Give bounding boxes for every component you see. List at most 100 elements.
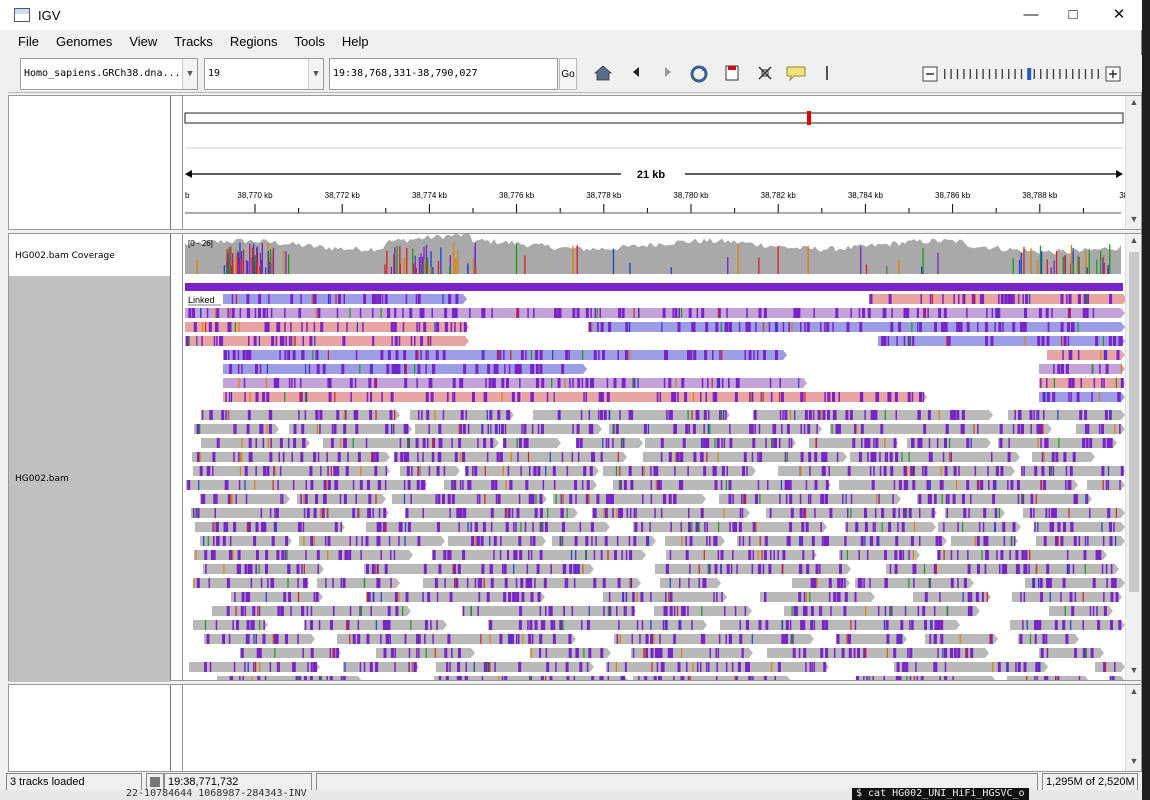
zoom-tick[interactable] <box>1091 69 1093 79</box>
alignment-read[interactable] <box>465 466 599 476</box>
linked-read[interactable] <box>869 294 1125 304</box>
alignment-read[interactable] <box>1008 410 1125 420</box>
linked-read[interactable] <box>223 378 807 388</box>
alignment-read[interactable] <box>200 494 290 504</box>
alignment-read[interactable] <box>366 592 545 602</box>
alignment-read[interactable] <box>212 606 411 616</box>
locus-input[interactable]: 19:38,768,331-38,790,027 <box>329 58 558 90</box>
zoom-tick[interactable] <box>963 69 965 79</box>
menu-help[interactable]: Help <box>332 31 376 53</box>
alignment-read[interactable] <box>1036 536 1125 546</box>
alignment-read[interactable] <box>1076 424 1125 434</box>
alignment-read[interactable] <box>719 494 901 504</box>
alignment-read[interactable] <box>606 662 829 672</box>
roi-icon[interactable] <box>721 64 743 84</box>
alignment-read[interactable] <box>666 550 817 560</box>
alignment-read[interactable] <box>830 424 1052 434</box>
alignment-read[interactable] <box>503 438 561 448</box>
alignment-read[interactable] <box>1010 620 1125 630</box>
zoom-tick[interactable] <box>976 69 978 79</box>
zoom-tick[interactable] <box>1040 69 1042 79</box>
alignment-read[interactable] <box>343 662 419 672</box>
alignment-read[interactable] <box>192 452 390 462</box>
menu-view[interactable]: View <box>119 31 164 53</box>
zoom-tick[interactable] <box>1033 69 1035 79</box>
alignment-read[interactable] <box>836 634 907 644</box>
scroll-down-icon[interactable]: ▼ <box>1126 214 1142 228</box>
zoom-tick[interactable] <box>1020 69 1023 79</box>
alignment-read[interactable] <box>766 508 937 518</box>
alignment-read[interactable] <box>323 438 499 448</box>
linked-read[interactable] <box>1039 392 1125 402</box>
alignment-read[interactable] <box>444 480 597 490</box>
alignment-read[interactable] <box>423 578 641 588</box>
alignment-read[interactable] <box>1109 676 1125 680</box>
fit-window-icon[interactable] <box>754 64 776 84</box>
zoom-tick[interactable] <box>1072 69 1074 79</box>
alignment-read[interactable] <box>436 662 594 672</box>
scroll-thumb[interactable] <box>1129 252 1139 592</box>
alignment-read[interactable] <box>945 508 1005 518</box>
feature-scrollbar[interactable]: ▲ ▼ <box>1125 685 1141 771</box>
genome-dropdown[interactable]: Homo_sapiens.GRCh38.dna... ▼ <box>20 58 198 90</box>
alignment-track-name[interactable]: HG002.bam <box>15 474 69 484</box>
alignment-read[interactable] <box>654 606 752 616</box>
alignment-read[interactable] <box>894 662 1048 672</box>
alignment-read[interactable] <box>194 424 279 434</box>
alignment-read[interactable] <box>1007 676 1089 680</box>
alignment-read[interactable] <box>195 522 345 532</box>
back-icon[interactable] <box>625 64 647 84</box>
coverage-track-name[interactable]: HG002.bam Coverage <box>15 251 115 261</box>
zoom-tick[interactable] <box>969 69 971 79</box>
ruler-panel[interactable]: 21 kb b 38,770 kb 38,772 kb 38,774 kb 38,77… <box>183 96 1125 229</box>
alignment-read[interactable] <box>189 662 320 672</box>
zoom-tick[interactable] <box>950 69 952 79</box>
alignment-read[interactable] <box>951 536 1018 546</box>
alignment-read[interactable] <box>938 522 1021 532</box>
zoom-tick[interactable] <box>995 69 997 79</box>
alignment-read[interactable] <box>1087 480 1125 490</box>
alignment-read[interactable] <box>603 592 727 602</box>
alignment-read[interactable] <box>304 620 447 630</box>
alignment-read[interactable] <box>855 578 974 588</box>
alignment-read[interactable] <box>576 438 643 448</box>
alignment-read[interactable] <box>462 606 636 616</box>
linked-read[interactable] <box>185 336 469 346</box>
linked-read[interactable] <box>223 294 467 304</box>
alignment-read[interactable] <box>1023 508 1125 518</box>
alignment-read[interactable] <box>643 452 847 462</box>
alignment-read[interactable] <box>201 438 310 448</box>
alignment-read[interactable] <box>488 620 707 630</box>
scroll-down-icon[interactable]: ▼ <box>1126 665 1142 679</box>
alignment-read[interactable] <box>937 550 1107 560</box>
minimize-icon[interactable]: — <box>1016 4 1046 26</box>
alignment-read[interactable] <box>925 634 998 644</box>
alignment-read[interactable] <box>193 620 268 630</box>
alignment-read[interactable] <box>1039 648 1104 658</box>
alignment-read[interactable] <box>631 648 753 658</box>
alignment-read[interactable] <box>856 676 996 680</box>
alignment-read[interactable] <box>204 634 315 644</box>
alignment-read[interactable] <box>614 634 814 644</box>
linked-read[interactable] <box>588 322 1125 332</box>
alignment-read[interactable] <box>394 452 627 462</box>
alignment-read[interactable] <box>193 578 309 588</box>
alignment-read[interactable] <box>913 592 991 602</box>
zoom-tick[interactable] <box>988 69 991 79</box>
popup-info-icon[interactable] <box>785 64 807 84</box>
alignment-read[interactable] <box>603 466 756 476</box>
alignment-read[interactable] <box>240 648 341 658</box>
alignment-view[interactable]: [0 - 26] Linked <box>183 234 1125 680</box>
menu-regions[interactable]: Regions <box>220 31 285 53</box>
alignment-read[interactable] <box>809 438 898 448</box>
alignment-read[interactable] <box>767 648 989 658</box>
alignment-read[interactable] <box>201 410 400 420</box>
chromosome-dropdown[interactable]: 19 ▼ <box>204 58 324 90</box>
chevron-down-icon[interactable]: ▼ <box>182 59 197 89</box>
alignment-read[interactable] <box>415 424 602 434</box>
alignment-read[interactable] <box>720 620 960 630</box>
alignment-read[interactable] <box>191 508 389 518</box>
alignment-read[interactable] <box>784 606 980 616</box>
alignment-read[interactable] <box>633 522 827 532</box>
chromosome-ideogram[interactable] <box>184 112 1124 124</box>
